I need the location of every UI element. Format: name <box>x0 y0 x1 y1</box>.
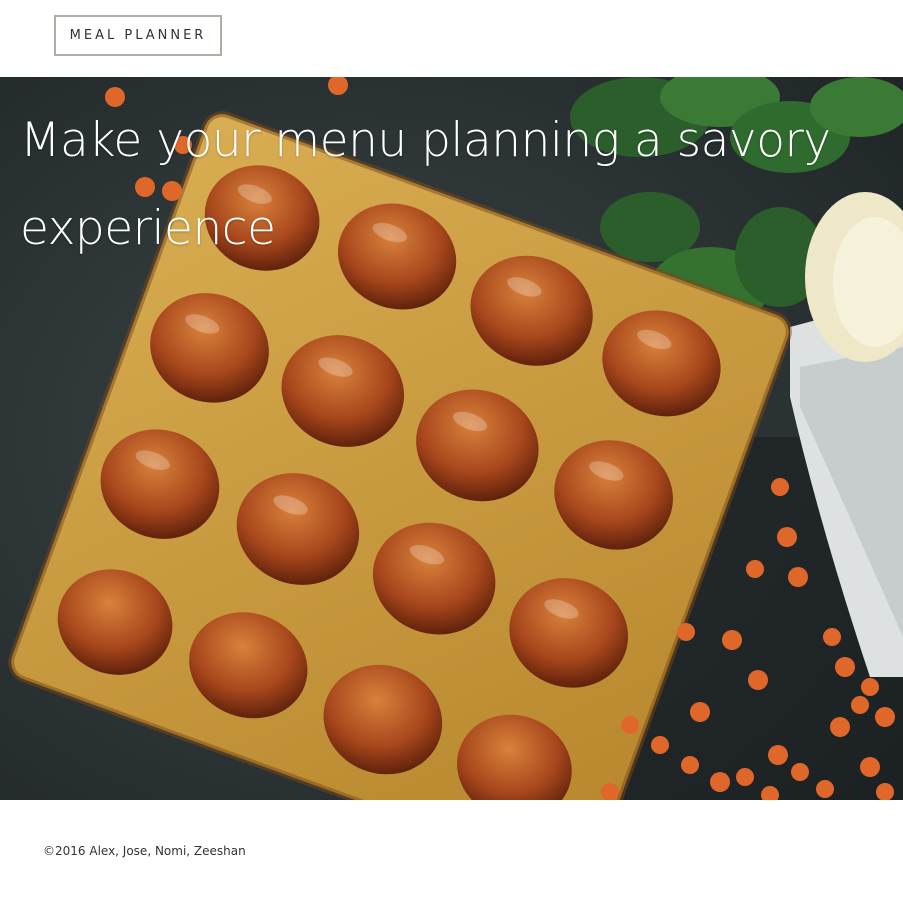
copyright-text: ©2016 Alex, Jose, Nomi, Zeeshan <box>43 844 246 858</box>
hero-title: Make your menu planning a savory experie… <box>20 113 831 256</box>
site-footer: ©2016 Alex, Jose, Nomi, Zeeshan <box>0 800 903 903</box>
hero-section: Make your menu planning a savory experie… <box>0 77 903 800</box>
site-header: MEAL PLANNER <box>0 0 903 77</box>
brand-logo-link[interactable]: MEAL PLANNER <box>54 15 222 56</box>
page: MEAL PLANNER Make your menu planning a s… <box>0 0 903 903</box>
